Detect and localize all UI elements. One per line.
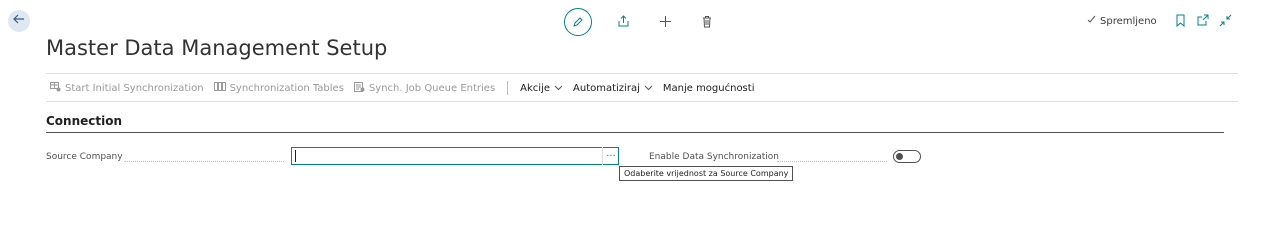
edit-button[interactable] [564, 8, 592, 36]
share-button[interactable] [612, 11, 634, 33]
synchronization-tables-action[interactable]: Synchronization Tables [213, 82, 344, 94]
window-controls [1175, 12, 1232, 31]
arrow-left-icon [13, 13, 25, 29]
lookup-tooltip: Odaberite vrijednost za Source Company [619, 166, 794, 181]
chevron-down-icon [644, 83, 653, 94]
field-leader-dots [777, 160, 887, 162]
sync-table-icon [50, 81, 61, 95]
source-company-lookup-button[interactable]: ··· [602, 147, 619, 165]
toolbar-bottom-divider [46, 101, 1238, 102]
automatiziraj-label: Automatiziraj [573, 82, 640, 94]
share-icon [617, 13, 630, 32]
start-initial-sync-label: Start Initial Synchronization [65, 82, 204, 94]
page-title: Master Data Management Setup [46, 36, 388, 60]
source-company-label: Source Company [46, 152, 123, 162]
trash-icon [701, 13, 713, 32]
page-actions [564, 8, 718, 36]
enable-data-sync-toggle[interactable] [893, 150, 921, 163]
field-leader-dots [124, 160, 284, 162]
chevron-down-icon [554, 83, 563, 94]
enable-data-sync-label: Enable Data Synchronization [649, 152, 779, 162]
bookmark-icon[interactable] [1175, 12, 1186, 31]
tables-icon [213, 82, 226, 94]
job-queue-entries-label: Synch. Job Queue Entries [368, 82, 496, 94]
akcije-menu[interactable]: Akcije [520, 83, 563, 94]
saved-label: Spremljeno [1100, 15, 1157, 27]
check-icon [1087, 15, 1096, 27]
toggle-knob [896, 153, 903, 160]
collapse-icon[interactable] [1219, 12, 1232, 31]
fewer-options-button[interactable]: Manje mogućnosti [663, 83, 755, 94]
back-button[interactable] [8, 10, 30, 32]
toolbar-separator [507, 81, 509, 95]
connection-section-header[interactable]: Connection [46, 114, 122, 128]
source-company-input[interactable] [291, 147, 619, 165]
ellipsis-icon: ··· [606, 150, 616, 162]
text-cursor [295, 150, 296, 162]
toolbar-top-divider [46, 73, 1238, 74]
start-initial-sync-action[interactable]: Start Initial Synchronization [50, 81, 204, 95]
plus-icon [659, 13, 672, 32]
job-queue-icon [353, 81, 365, 95]
saved-status: Spremljeno [1087, 15, 1157, 27]
delete-button[interactable] [696, 11, 718, 33]
open-new-window-icon[interactable] [1196, 12, 1209, 31]
synchronization-tables-label: Synchronization Tables [229, 82, 344, 94]
job-queue-entries-action[interactable]: Synch. Job Queue Entries [353, 81, 496, 95]
section-divider [46, 132, 1224, 133]
action-bar: Start Initial Synchronization Synchroniz… [50, 81, 764, 95]
automatiziraj-menu[interactable]: Automatiziraj [573, 83, 653, 94]
new-button[interactable] [654, 11, 676, 33]
fewer-options-label: Manje mogućnosti [662, 82, 755, 94]
edit-icon [572, 13, 584, 32]
akcije-label: Akcije [520, 82, 551, 94]
